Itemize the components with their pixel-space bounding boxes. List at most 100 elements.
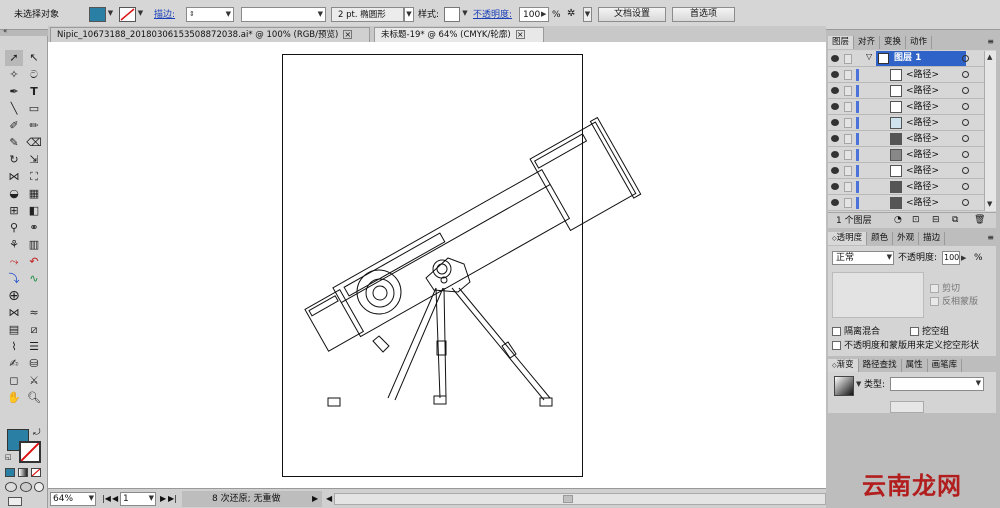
lock-toggle[interactable]	[844, 134, 852, 144]
wave-icon[interactable]: ≈	[25, 305, 43, 321]
target-icon[interactable]	[962, 71, 969, 78]
chevron-down-icon[interactable]: ▼	[106, 7, 115, 22]
close-icon[interactable]: ×	[343, 30, 353, 39]
first-artboard-icon[interactable]: |◀	[102, 493, 111, 505]
default-colors-icon[interactable]: ◱	[5, 453, 12, 461]
eyedropper-icon[interactable]: ⚲	[5, 220, 23, 236]
lock-toggle[interactable]	[844, 86, 852, 96]
eye-icon[interactable]	[831, 87, 839, 94]
layer-row[interactable]: ▽ 图层 1	[828, 51, 984, 67]
lock-toggle[interactable]	[844, 166, 852, 176]
eye-icon[interactable]	[831, 71, 839, 78]
chevron-down-icon[interactable]: ▼	[404, 7, 414, 22]
lock-toggle[interactable]	[844, 102, 852, 112]
clipping-mask-icon[interactable]: ⊡	[912, 215, 920, 225]
path-row[interactable]: <路径>	[828, 67, 984, 83]
curvature-icon[interactable]: ↶	[25, 254, 43, 270]
scroll-up-icon[interactable]: ▲	[987, 51, 992, 64]
warp-tool-icon[interactable]: ⋈	[5, 305, 23, 321]
target-icon[interactable]	[962, 183, 969, 190]
line-tool-icon[interactable]: ╲	[5, 101, 23, 117]
tab-attributes[interactable]: 属性	[901, 359, 928, 372]
lock-toggle[interactable]	[844, 198, 852, 208]
opacity-mask-checkbox[interactable]	[832, 341, 841, 350]
tab-pathfinder[interactable]: 路径查找	[858, 359, 902, 372]
canvas-area[interactable]	[48, 42, 826, 488]
target-icon[interactable]	[962, 167, 969, 174]
opacity-link[interactable]: 不透明度:	[473, 9, 512, 21]
chevron-down-icon[interactable]: ▽	[866, 52, 872, 61]
artboard-number-select[interactable]: 1 ▼	[120, 492, 156, 506]
screen-mode-icon[interactable]	[8, 497, 22, 506]
isolate-blending-checkbox[interactable]	[832, 327, 841, 336]
artboard-tool-icon[interactable]: ◻	[5, 373, 23, 389]
gradient-tool-icon[interactable]: ◧	[25, 203, 43, 219]
mask-thumbnail[interactable]	[832, 272, 924, 318]
artboard-drawing[interactable]	[48, 42, 826, 488]
target-icon[interactable]	[962, 55, 969, 62]
knife-tool-icon[interactable]: ⚔	[25, 373, 43, 389]
blob-brush-icon[interactable]: ✎	[5, 135, 23, 151]
target-icon[interactable]	[962, 103, 969, 110]
stroke-weight-select[interactable]: ⇕ ▼	[186, 7, 234, 22]
path-row[interactable]: <路径>	[828, 195, 984, 211]
eye-icon[interactable]	[831, 151, 839, 158]
target-icon[interactable]	[962, 199, 969, 206]
target-icon[interactable]	[962, 151, 969, 158]
tab-align[interactable]: 对齐	[854, 36, 881, 49]
document-tab[interactable]: Nipic_10673188_20180306153508872038.ai* …	[50, 27, 370, 42]
anchor-add-icon[interactable]: ⤳	[5, 254, 23, 270]
recolor-icon[interactable]: ✲	[567, 8, 575, 19]
status-info[interactable]: 8 次还原; 无重做 ▶	[182, 491, 322, 507]
scale-tool-icon[interactable]: ⇲	[25, 152, 43, 168]
rectangle-tool-icon[interactable]: ▭	[25, 101, 43, 117]
panel-menu-icon[interactable]: ≡	[987, 37, 994, 46]
zoom-tool-icon[interactable]: 🔍︎	[25, 390, 43, 406]
tab-transform[interactable]: 变换	[880, 36, 907, 49]
blend-tool-icon[interactable]: ⚭	[25, 220, 43, 236]
lock-toggle[interactable]	[844, 70, 852, 80]
column-graph-icon[interactable]: ▥	[25, 237, 43, 253]
anchor-convert-icon[interactable]: ⤵	[5, 271, 23, 287]
stroke-color-box[interactable]	[19, 441, 41, 463]
gradient-mode-icon[interactable]	[18, 468, 28, 477]
eye-icon[interactable]	[831, 199, 839, 206]
width-tool-icon[interactable]: ⋈	[5, 169, 23, 185]
lock-toggle[interactable]	[844, 150, 852, 160]
collapse-icon[interactable]: «	[3, 27, 7, 35]
fill-color-swatch[interactable]	[89, 7, 106, 22]
path-row[interactable]: <路径>	[828, 99, 984, 115]
zoom-select[interactable]: 64% ▼	[50, 492, 96, 506]
draw-behind-icon[interactable]	[20, 482, 32, 492]
crosshair-icon[interactable]: ⊕	[5, 288, 23, 304]
color-mode-icon[interactable]	[5, 468, 15, 477]
smooth-tool-icon[interactable]: ∿	[25, 271, 43, 287]
mesh-tool-icon[interactable]: ⊞	[5, 203, 23, 219]
magic-wand-icon[interactable]: ✧	[5, 67, 23, 83]
panel-menu-icon[interactable]: ≡	[987, 233, 994, 242]
scroll-left-icon[interactable]: ◀	[326, 493, 332, 505]
stroke-none-swatch[interactable]	[119, 7, 136, 22]
document-setup-button[interactable]: 文档设置	[598, 7, 666, 22]
eye-icon[interactable]	[831, 167, 839, 174]
slice-tool-icon[interactable]: ⧄	[25, 322, 43, 338]
lasso-icon[interactable]: ට	[25, 67, 43, 83]
close-icon[interactable]: ×	[515, 30, 525, 39]
eye-icon[interactable]	[831, 135, 839, 142]
draw-normal-icon[interactable]	[5, 482, 17, 492]
tab-stroke[interactable]: 描边	[919, 232, 946, 245]
graphic-style-swatch[interactable]	[444, 7, 460, 22]
chevron-right-icon[interactable]: ▶	[961, 252, 966, 265]
pen-tool-icon[interactable]: ✒	[5, 84, 23, 100]
new-sublayer-icon[interactable]: ⊟	[932, 215, 940, 225]
target-icon[interactable]	[962, 119, 969, 126]
chevron-down-icon[interactable]: ▼	[583, 7, 592, 22]
invert-mask-checkbox[interactable]	[930, 297, 939, 306]
live-paint-icon[interactable]: ⛁	[25, 356, 43, 372]
document-tab-active[interactable]: 未标题-19* @ 64% (CMYK/轮廓) ×	[374, 27, 544, 42]
preferences-button[interactable]: 首选项	[672, 7, 735, 22]
path-row[interactable]: <路径>	[828, 179, 984, 195]
tab-transparency[interactable]: ◇透明度	[828, 232, 868, 245]
hand-tool-icon[interactable]: ✋	[5, 390, 23, 406]
eraser-icon[interactable]: ⌫	[25, 135, 43, 151]
